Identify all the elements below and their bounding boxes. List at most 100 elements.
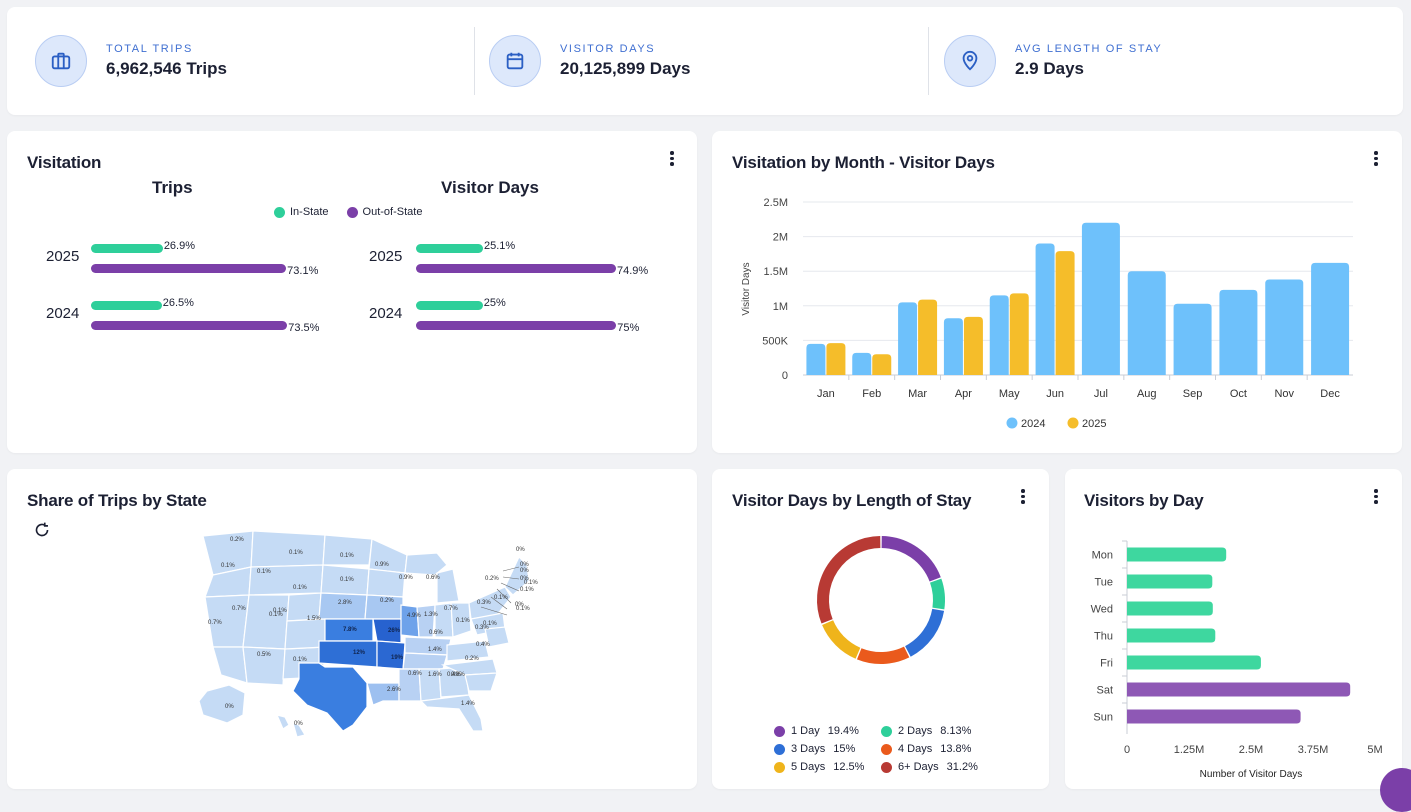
donut-slice[interactable] [822, 620, 861, 659]
map-state[interactable] [318, 592, 368, 620]
x-tick-label: 1.25M [1174, 744, 1205, 756]
x-axis-label: Number of Visitor Days [1200, 769, 1303, 780]
map-state-label: 0.1% [293, 657, 307, 663]
out-of-state-bar[interactable] [91, 264, 287, 273]
bar-2024[interactable] [1173, 303, 1212, 375]
map-state-label: 0.3% [477, 600, 491, 606]
y-tick-label: Mon [1092, 550, 1113, 562]
map-state-label: 0% [520, 568, 529, 574]
map-state[interactable] [318, 640, 378, 668]
map-state-label: 19% [391, 655, 404, 661]
map-state[interactable] [322, 534, 373, 566]
donut-legend-item[interactable]: 5 Days 12.5% [774, 761, 881, 773]
more-options-icon[interactable] [664, 149, 680, 169]
map-state[interactable] [400, 604, 420, 638]
donut-slice[interactable] [856, 646, 910, 664]
map-state-label: 0% [294, 721, 303, 727]
kpi-divider [928, 27, 929, 95]
bar-2024[interactable] [1127, 271, 1166, 375]
donut-legend-item[interactable]: 2 Days 8.13% [881, 725, 971, 737]
day-bar[interactable] [1127, 601, 1213, 616]
y-tick-label: 1.5M [764, 266, 788, 278]
in-state-pct: 25.1% [484, 240, 516, 252]
day-bar[interactable] [1127, 547, 1227, 562]
trips-subtitle: Trips [152, 178, 193, 197]
donut-legend-item[interactable]: 6+ Days 31.2% [881, 761, 978, 773]
legend-label: In-State [290, 206, 329, 218]
out-of-state-bar[interactable] [91, 321, 288, 330]
bar-2024[interactable] [1311, 262, 1350, 375]
in-state-bar[interactable] [416, 301, 483, 310]
map-states [202, 530, 530, 732]
day-bar[interactable] [1127, 574, 1213, 589]
out-of-state-bar[interactable] [416, 321, 617, 330]
x-tick-label: Jun [1046, 388, 1064, 400]
y-tick-label: 2M [773, 232, 788, 244]
day-bar[interactable] [1127, 682, 1351, 697]
bar-2024[interactable] [1035, 243, 1055, 375]
legend-swatch [881, 761, 892, 773]
out-of-state-bar[interactable] [416, 264, 616, 273]
day-bar[interactable] [1127, 628, 1216, 643]
map-card: Share of Trips by State 0.2% 0.1% 0.1% 0… [7, 469, 697, 789]
map-state[interactable] [402, 652, 448, 670]
x-tick-label: 2.5M [1239, 744, 1263, 756]
donut-slice[interactable] [904, 608, 945, 657]
bar-2024[interactable] [989, 295, 1009, 375]
bar-2024[interactable] [806, 343, 826, 375]
x-tick-label: Jan [817, 388, 835, 400]
in-state-bar[interactable] [416, 244, 484, 253]
map-state[interactable] [198, 684, 246, 724]
bar-2025[interactable] [872, 354, 892, 375]
bar-2024[interactable] [1081, 222, 1120, 375]
bar-2024[interactable] [1219, 289, 1258, 375]
donut-legend-item[interactable]: 1 Day 19.4% [774, 725, 881, 737]
map-state-label: 0.2% [230, 537, 244, 543]
day-bar[interactable] [1127, 655, 1261, 670]
y-tick-label: 2.5M [764, 197, 788, 209]
floating-action-button[interactable] [1380, 768, 1411, 812]
map-state[interactable] [275, 714, 290, 730]
legend-label: 2024 [1021, 418, 1045, 430]
legend-label: 1 Day [791, 725, 820, 737]
in-state-bar[interactable] [91, 244, 163, 253]
y-axis-label: Visitor Days [741, 262, 752, 315]
bar-2025[interactable] [1009, 293, 1029, 375]
map-state-label: 1.6% [428, 672, 442, 678]
map-state[interactable] [212, 646, 248, 684]
bar-2024[interactable] [852, 352, 872, 375]
day-bar[interactable] [1127, 709, 1301, 724]
bar-2025[interactable] [918, 299, 938, 375]
map-state[interactable] [242, 594, 290, 650]
in-state-bar[interactable] [91, 301, 162, 310]
legend-swatch [274, 206, 285, 218]
kpi-summary-card: TOTAL TRIPS 6,962,546 Trips VISITOR DAYS… [7, 7, 1403, 115]
map-state[interactable] [436, 568, 460, 604]
map-state-label: 2.8% [338, 600, 352, 606]
donut-slice[interactable] [929, 578, 945, 610]
map-state[interactable] [250, 530, 326, 568]
bar-2025[interactable] [963, 316, 983, 375]
monthly-bar-chart: 0 500K 1M 1.5M 2M 2.5M Visitor Days Jan Feb Mar Ap… [741, 197, 1353, 430]
bar-2025[interactable] [1055, 251, 1075, 375]
bar-2024[interactable] [1265, 279, 1304, 375]
donut-slice[interactable] [817, 536, 881, 624]
map-state-label: 0.6% [429, 630, 443, 636]
donut-legend: 1 Day 19.4% 2 Days 8.13% 3 Days 15% 4 Days 13.8… [774, 722, 1044, 776]
bar-2025[interactable] [826, 343, 846, 375]
map-state-label: 0.2% [485, 576, 499, 582]
map-state-label: 4.9% [407, 613, 421, 619]
bar-2024[interactable] [898, 302, 918, 375]
map-state-label: 0.1% [340, 553, 354, 559]
legend-swatch [1006, 417, 1018, 429]
calendar-icon [489, 35, 541, 87]
map-state-label: 0.6% [408, 671, 422, 677]
legend-value: 12.5% [833, 761, 865, 773]
donut-slice[interactable] [881, 536, 941, 582]
donut-legend-item[interactable]: 3 Days 15% [774, 743, 881, 755]
bar-2024[interactable] [943, 318, 963, 375]
donut-legend-item[interactable]: 4 Days 13.8% [881, 743, 971, 755]
map-state[interactable] [464, 672, 498, 692]
map-state[interactable] [292, 662, 368, 732]
map-state[interactable] [366, 568, 406, 598]
